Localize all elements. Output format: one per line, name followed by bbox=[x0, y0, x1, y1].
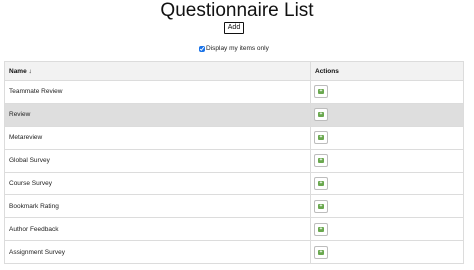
row-name: Review bbox=[4, 102, 311, 127]
display-my-items-filter[interactable]: Display my items only bbox=[199, 44, 269, 53]
row-action-button[interactable]: + bbox=[314, 131, 328, 145]
row-name: Metareview bbox=[4, 125, 311, 150]
row-actions: + bbox=[310, 240, 464, 265]
row-actions: + bbox=[310, 80, 464, 104]
table-row: Teammate Review + bbox=[4, 80, 464, 104]
display-my-items-label: Display my items only bbox=[206, 45, 269, 52]
add-square-icon: + bbox=[318, 180, 324, 186]
questionnaire-table: Name ↓ Actions Teammate Review + Review … bbox=[4, 61, 464, 265]
table-header-row: Name ↓ Actions bbox=[4, 61, 464, 81]
table-row: Metareview + bbox=[4, 125, 464, 150]
row-action-button[interactable]: + bbox=[314, 245, 328, 259]
add-square-icon: + bbox=[318, 202, 324, 209]
row-actions: + bbox=[310, 217, 464, 242]
row-action-button[interactable]: + bbox=[314, 108, 328, 122]
row-action-button[interactable]: + bbox=[314, 222, 328, 236]
row-name: Assignment Survey bbox=[4, 240, 311, 265]
row-action-button[interactable]: + bbox=[314, 154, 328, 168]
row-name: Author Feedback bbox=[4, 217, 311, 242]
table-row: Global Survey + bbox=[4, 148, 464, 173]
add-button[interactable]: Add bbox=[224, 22, 244, 34]
row-name: Bookmark Rating bbox=[4, 194, 311, 219]
row-actions: + bbox=[310, 125, 464, 150]
table-row: Author Feedback + bbox=[4, 217, 464, 242]
display-my-items-checkbox[interactable] bbox=[199, 45, 205, 52]
page-title: Questionnaire List bbox=[160, 0, 314, 21]
row-name: Global Survey bbox=[4, 148, 311, 173]
table-row: Course Survey + bbox=[4, 171, 464, 196]
add-square-icon: + bbox=[318, 157, 324, 164]
table-row: Bookmark Rating + bbox=[4, 194, 464, 219]
row-actions: + bbox=[310, 194, 464, 219]
row-action-button[interactable]: + bbox=[314, 85, 328, 99]
actions-column-header: Actions bbox=[310, 61, 464, 81]
row-actions: + bbox=[310, 148, 464, 173]
add-square-icon: + bbox=[318, 248, 324, 255]
table-row: Assignment Survey + bbox=[4, 240, 464, 265]
table-row: Review + bbox=[4, 102, 464, 127]
add-square-icon: + bbox=[318, 225, 324, 232]
row-actions: + bbox=[310, 171, 464, 196]
row-actions: + bbox=[310, 102, 464, 127]
row-name: Teammate Review bbox=[4, 80, 311, 104]
add-square-icon: + bbox=[318, 134, 324, 141]
name-column-header[interactable]: Name ↓ bbox=[4, 61, 311, 81]
row-action-button[interactable]: + bbox=[314, 199, 328, 213]
row-action-button[interactable]: + bbox=[314, 177, 328, 190]
add-square-icon: + bbox=[318, 111, 324, 118]
add-square-icon: + bbox=[318, 88, 324, 95]
row-name: Course Survey bbox=[4, 171, 311, 196]
